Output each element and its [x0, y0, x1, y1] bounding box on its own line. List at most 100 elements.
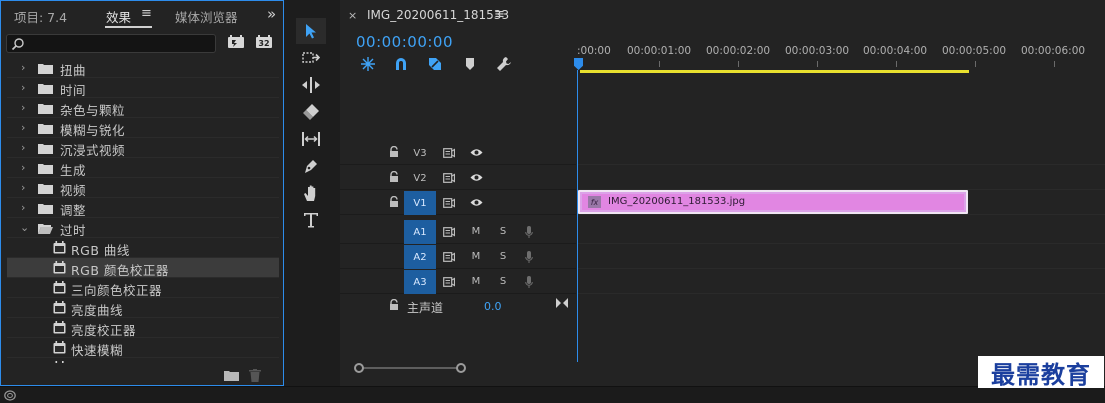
sync-lock-icon[interactable] — [442, 275, 456, 288]
track-select-tool[interactable] — [296, 45, 326, 71]
creative-cloud-icon[interactable] — [4, 390, 16, 401]
eye-icon[interactable] — [469, 171, 483, 184]
track-lane-v3[interactable] — [577, 141, 1105, 165]
work-area-bar[interactable] — [580, 70, 969, 73]
eye-icon[interactable] — [469, 196, 483, 209]
playhead-timecode[interactable]: 00:00:00:00 — [356, 33, 453, 51]
effect-preset-icon — [53, 281, 66, 294]
sync-lock-icon[interactable] — [442, 250, 456, 263]
sync-lock-icon[interactable] — [442, 225, 456, 238]
slip-tool[interactable] — [296, 126, 326, 152]
lock-icon[interactable] — [389, 299, 399, 311]
lock-icon[interactable] — [389, 196, 399, 208]
tree-folder-item[interactable]: › 杂色与颗粒 — [7, 98, 279, 118]
more-tabs-icon[interactable]: » — [267, 5, 276, 23]
mute-button[interactable]: M — [469, 225, 483, 238]
tree-folder-item[interactable]: › 沉浸式视频 — [7, 138, 279, 158]
tree-folder-item[interactable]: › 扭曲 — [7, 58, 279, 78]
lock-icon[interactable] — [389, 171, 399, 183]
track-target-v3[interactable]: V3 — [404, 141, 436, 165]
eye-icon[interactable] — [469, 146, 483, 159]
razor-tool[interactable] — [296, 99, 326, 125]
master-volume-value[interactable]: 0.0 — [484, 300, 502, 313]
solo-button[interactable]: S — [496, 250, 510, 263]
sync-lock-icon[interactable] — [442, 171, 456, 184]
playhead-line[interactable] — [577, 70, 578, 362]
chevron-right-icon[interactable]: › — [21, 141, 31, 154]
scrollbar-track[interactable] — [360, 367, 464, 369]
track-target-a1[interactable]: A1 — [404, 220, 436, 244]
tab-effects[interactable]: 效果 — [106, 7, 131, 26]
chevron-right-icon[interactable]: › — [21, 61, 31, 74]
tree-effect-item[interactable]: 三向颜色校正器 — [7, 278, 279, 298]
microphone-icon[interactable] — [522, 275, 536, 288]
track-target-v1[interactable]: V1 — [404, 191, 436, 215]
microphone-icon[interactable] — [522, 225, 536, 238]
effect-preset-icon — [53, 321, 66, 334]
selection-tool[interactable] — [296, 18, 326, 44]
hand-tool[interactable] — [296, 180, 326, 206]
tree-effect-item[interactable]: 快速模糊 — [7, 338, 279, 358]
tree-folder-item[interactable]: › 时间 — [7, 78, 279, 98]
new-folder-icon[interactable] — [224, 370, 239, 381]
sequence-menu-icon[interactable]: ≡ — [494, 7, 505, 22]
tree-effect-item-selected[interactable]: RGB 颜色校正器 — [7, 258, 279, 278]
chevron-right-icon[interactable]: › — [21, 121, 31, 134]
sequence-tab[interactable]: IMG_20200611_181533 — [367, 8, 509, 22]
track-lane-a2[interactable] — [577, 245, 1105, 269]
time-ruler[interactable]: :00:00 00:00:01:00 00:00:02:00 00:00:03:… — [576, 40, 1105, 74]
chevron-right-icon[interactable]: › — [21, 181, 31, 194]
chevron-right-icon[interactable]: › — [21, 201, 31, 214]
solo-button[interactable]: S — [496, 275, 510, 288]
track-lane-a1[interactable] — [577, 220, 1105, 244]
track-lane-a3[interactable] — [577, 270, 1105, 294]
lock-icon[interactable] — [389, 146, 399, 158]
tab-media-browser[interactable]: 媒体浏览器 — [175, 7, 238, 26]
microphone-icon[interactable] — [522, 250, 536, 263]
scroll-handle-start[interactable] — [354, 363, 364, 373]
accelerated-effects-icon[interactable] — [227, 35, 245, 49]
search-box[interactable] — [6, 34, 216, 53]
tree-effect-item[interactable]: 亮度校正器 — [7, 318, 279, 338]
search-input[interactable] — [27, 36, 212, 51]
insert-sequence-nested-icon[interactable] — [359, 55, 377, 73]
chevron-right-icon[interactable]: › — [21, 161, 31, 174]
track-target-v2[interactable]: V2 — [404, 166, 436, 190]
panel-menu-icon[interactable]: ≡ — [141, 6, 152, 21]
pen-tool[interactable] — [296, 153, 326, 179]
trash-icon[interactable] — [249, 369, 261, 382]
tree-effect-item[interactable]: RGB 曲线 — [7, 238, 279, 258]
tree-folder-item[interactable]: › 模糊与锐化 — [7, 118, 279, 138]
32bit-effects-icon[interactable]: 32 — [255, 35, 273, 49]
wrench-icon[interactable] — [495, 55, 513, 73]
track-target-a2[interactable]: A2 — [404, 245, 436, 269]
track-header-a2: A2 M S — [340, 245, 576, 269]
type-tool[interactable] — [296, 207, 326, 233]
track-lane-v2[interactable] — [577, 166, 1105, 190]
add-marker-icon[interactable] — [461, 55, 479, 73]
go-to-edit-point-icon[interactable] — [556, 298, 568, 308]
mute-button[interactable]: M — [469, 250, 483, 263]
linked-selection-icon[interactable] — [426, 55, 444, 73]
sync-lock-icon[interactable] — [442, 196, 456, 209]
tab-project[interactable]: 项目: 7.4 — [14, 7, 67, 26]
fx-badge[interactable]: fx — [588, 196, 601, 208]
chevron-down-icon[interactable]: ⌄ — [20, 221, 30, 234]
tree-folder-item[interactable]: › 视频 — [7, 178, 279, 198]
track-target-a3[interactable]: A3 — [404, 270, 436, 294]
chevron-right-icon[interactable]: › — [21, 81, 31, 94]
timeline-clip[interactable]: fx IMG_20200611_181533.jpg — [578, 190, 968, 214]
snap-icon[interactable] — [392, 55, 410, 73]
ruler-tick — [975, 61, 976, 67]
solo-button[interactable]: S — [496, 225, 510, 238]
mute-button[interactable]: M — [469, 275, 483, 288]
tree-folder-item[interactable]: › 调整 — [7, 198, 279, 218]
scroll-handle-end[interactable] — [456, 363, 466, 373]
close-sequence-icon[interactable]: × — [348, 9, 357, 22]
ripple-edit-tool[interactable] — [296, 72, 326, 98]
sync-lock-icon[interactable] — [442, 146, 456, 159]
tree-folder-item-expanded[interactable]: ⌄ 过时 — [7, 218, 279, 238]
tree-effect-item[interactable]: 亮度曲线 — [7, 298, 279, 318]
chevron-right-icon[interactable]: › — [21, 101, 31, 114]
tree-folder-item[interactable]: › 生成 — [7, 158, 279, 178]
